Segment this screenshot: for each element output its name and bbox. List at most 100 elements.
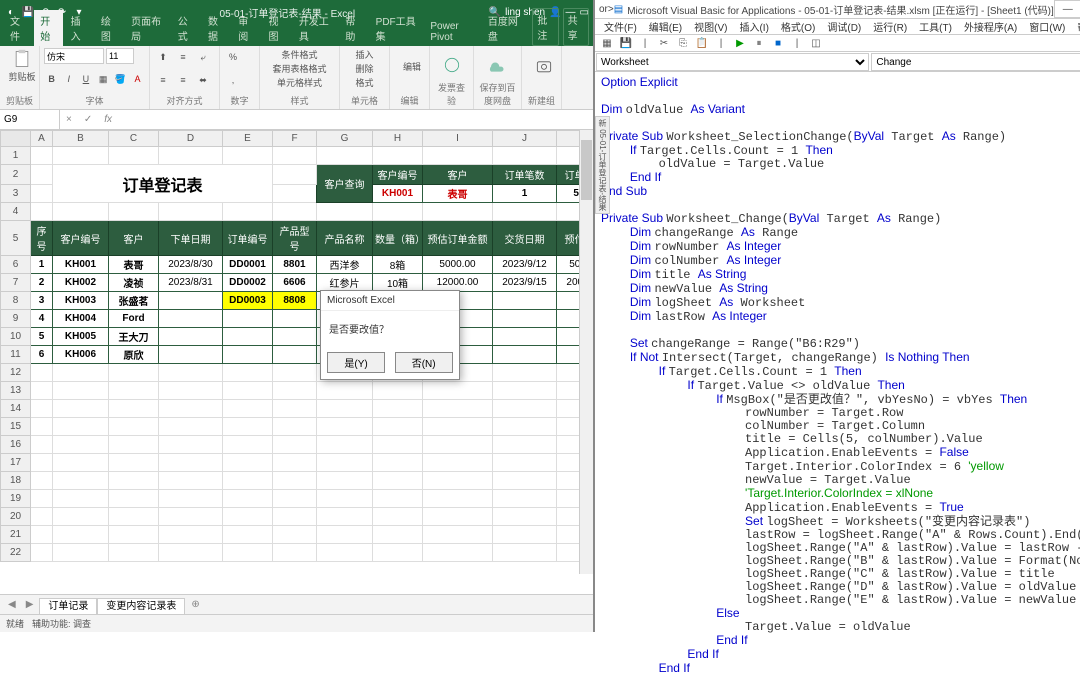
col-header-E[interactable]: E (223, 131, 273, 147)
data-cell-r4-c3[interactable] (159, 328, 223, 346)
data-cell-r4-c4[interactable] (223, 328, 273, 346)
data-cell-r0-c6[interactable]: 西洋参 (317, 256, 373, 274)
data-cell-r4-c0[interactable]: 5 (31, 328, 53, 346)
data-cell-r1-c4[interactable]: DD0002 (223, 274, 273, 292)
data-cell-r2-c3[interactable] (159, 292, 223, 310)
comma-icon[interactable]: , (224, 71, 242, 89)
analysis-button[interactable] (434, 48, 470, 81)
vbe-view-excel-icon[interactable]: ▦ (599, 35, 615, 51)
row-header-2[interactable]: 2 (1, 165, 31, 185)
vbe-menu-文件[interactable]: 文件(F) (599, 19, 642, 34)
row-header-4[interactable]: 4 (1, 203, 31, 221)
data-cell-r0-c2[interactable]: 表哥 (109, 256, 159, 274)
cond-format-button[interactable]: 条件格式 (281, 48, 317, 61)
vbe-reset-icon[interactable]: ■ (770, 35, 786, 51)
row-header-14[interactable]: 14 (1, 400, 31, 418)
col-header-F[interactable]: F (273, 131, 317, 147)
share-button[interactable]: 共享 (563, 8, 589, 46)
align-left-icon[interactable]: ≡ (154, 71, 172, 89)
vbe-save-icon[interactable]: 💾 (618, 35, 634, 51)
data-cell-r3-c2[interactable]: Ford (109, 310, 159, 328)
align-mid-icon[interactable]: ≡ (174, 48, 192, 66)
dialog-yes-button[interactable]: 是(Y) (327, 352, 384, 373)
data-cell-r5-c4[interactable] (223, 346, 273, 364)
cell-style-button[interactable]: 单元格样式 (277, 76, 322, 89)
ribbon-tab-文件[interactable]: 文件 (4, 10, 32, 46)
data-cell-r2-c0[interactable]: 3 (31, 292, 53, 310)
data-cell-r0-c3[interactable]: 2023/8/30 (159, 256, 223, 274)
data-cell-r2-c2[interactable]: 张盛茗 (109, 292, 159, 310)
vbe-break-icon[interactable]: ⏸ (751, 35, 767, 51)
baidu-save-button[interactable] (478, 48, 514, 81)
vbe-menu-外接程序[interactable]: 外接程序(A) (959, 19, 1022, 34)
vbe-procedure-dropdown[interactable]: Change (871, 53, 1080, 71)
row-header-17[interactable]: 17 (1, 454, 31, 472)
wrap-text-icon[interactable]: ⤶ (194, 48, 212, 66)
vbe-code-pane[interactable]: Option Explicit Dim oldValue As Variant … (595, 72, 1080, 680)
name-box[interactable]: G9 (0, 110, 60, 129)
col-header-B[interactable]: B (53, 131, 109, 147)
data-cell-r1-c2[interactable]: 凌祯 (109, 274, 159, 292)
editing-button[interactable]: 编辑 (394, 48, 430, 84)
row-header-1[interactable]: 1 (1, 147, 31, 165)
vbe-menu-运行[interactable]: 运行(R) (868, 19, 912, 34)
row-header-18[interactable]: 18 (1, 472, 31, 490)
row-header-8[interactable]: 8 (1, 292, 31, 310)
ribbon-tab-百度网盘[interactable]: 百度网盘 (482, 10, 527, 46)
data-cell-r0-c8[interactable]: 5000.00 (423, 256, 493, 274)
data-cell-r3-c0[interactable]: 4 (31, 310, 53, 328)
vbe-design-icon[interactable]: ◫ (808, 35, 824, 51)
vbe-menu-帮助[interactable]: 帮助(H) (1072, 19, 1080, 34)
data-cell-r1-c6[interactable]: 红参片 (317, 274, 373, 292)
row-header-21[interactable]: 21 (1, 526, 31, 544)
data-cell-r2-c9[interactable] (493, 292, 557, 310)
vbe-menu-编辑[interactable]: 编辑(E) (644, 19, 687, 34)
data-cell-r1-c0[interactable]: 2 (31, 274, 53, 292)
col-header-G[interactable]: G (317, 131, 373, 147)
data-cell-r0-c0[interactable]: 1 (31, 256, 53, 274)
data-cell-r4-c9[interactable] (493, 328, 557, 346)
data-cell-r0-c7[interactable]: 8箱 (373, 256, 423, 274)
worksheet-grid[interactable]: ABCDEFGHIJKL12订单登记表客户查询客户编号客户订单笔数订单总金3KH… (0, 130, 593, 594)
comments-button[interactable]: 批注 (532, 8, 558, 46)
row-header-7[interactable]: 7 (1, 274, 31, 292)
sheet-nav-prev-icon[interactable]: ◀ (4, 599, 20, 610)
ribbon-tab-Power Pivot[interactable]: Power Pivot (424, 18, 479, 46)
col-header-A[interactable]: A (31, 131, 53, 147)
lookup-val-0[interactable]: KH001 (373, 185, 423, 203)
data-cell-r5-c5[interactable] (273, 346, 317, 364)
sheet-nav-next-icon[interactable]: ▶ (22, 599, 38, 610)
vbe-menu-调试[interactable]: 调试(D) (822, 19, 866, 34)
vbe-run-icon[interactable]: ▶ (732, 35, 748, 51)
bold-icon[interactable]: B (44, 70, 59, 88)
dialog-no-button[interactable]: 否(N) (395, 352, 453, 373)
data-cell-r1-c7[interactable]: 10箱 (373, 274, 423, 292)
vbe-menu-格式[interactable]: 格式(O) (776, 19, 820, 34)
lookup-val-2[interactable]: 1 (493, 185, 557, 203)
table-format-button[interactable]: 套用表格格式 (272, 62, 326, 75)
border-icon[interactable]: ▦ (96, 70, 111, 88)
data-cell-r1-c9[interactable]: 2023/9/15 (493, 274, 557, 292)
data-cell-r4-c5[interactable] (273, 328, 317, 346)
row-header-11[interactable]: 11 (1, 346, 31, 364)
vbe-menu-插入[interactable]: 插入(I) (734, 19, 773, 34)
row-header-3[interactable]: 3 (1, 185, 31, 203)
data-cell-r2-c5[interactable]: 8808 (273, 292, 317, 310)
number-format-icon[interactable]: % (224, 48, 242, 66)
row-header-20[interactable]: 20 (1, 508, 31, 526)
data-cell-r5-c2[interactable]: 原欣 (109, 346, 159, 364)
vbe-menu-窗口[interactable]: 窗口(W) (1024, 19, 1070, 34)
data-cell-r3-c3[interactable] (159, 310, 223, 328)
vbe-paste-icon[interactable]: 📋 (694, 35, 710, 51)
vertical-scrollbar[interactable] (579, 130, 593, 574)
align-top-icon[interactable]: ⬆ (154, 48, 172, 66)
data-cell-r2-c1[interactable]: KH003 (53, 292, 109, 310)
data-cell-r3-c4[interactable] (223, 310, 273, 328)
insert-cells-button[interactable]: 插入 (355, 48, 373, 61)
row-header-9[interactable]: 9 (1, 310, 31, 328)
vbe-copy-icon[interactable]: ⎘ (675, 35, 691, 51)
font-size-input[interactable] (106, 48, 134, 64)
fx-icon[interactable]: fx (98, 114, 118, 125)
enter-formula-icon[interactable]: ✓ (78, 114, 98, 125)
data-cell-r4-c2[interactable]: 王大刀 (109, 328, 159, 346)
